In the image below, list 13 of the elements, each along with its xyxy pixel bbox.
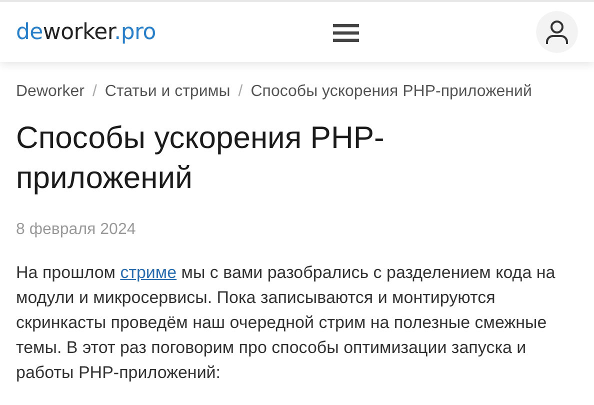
article-title: Способы ускорения PHP-приложений (16, 119, 386, 197)
breadcrumb-current: Способы ускорения PHP-приложений (250, 82, 532, 102)
breadcrumb-separator: / (238, 82, 243, 102)
site-logo[interactable]: deworker.pro (16, 16, 156, 48)
breadcrumb-separator: / (92, 82, 97, 102)
breadcrumb-link[interactable]: Deworker (16, 80, 84, 104)
intro-paragraph: На прошлом стриме мы с вами разобрались с разделением кода на модули и микросервисы. Пока записываются и монтируются скринкасты проведём наш очередной стрим на полезные смежные темы. В этот раз поговорим про способы оптимизации запуска и работы PHP-приложений: (16, 262, 556, 384)
breadcrumb-link[interactable]: Статьи и стримы (104, 80, 230, 104)
user-button[interactable] (536, 11, 578, 53)
article-date: 8 февраля 2024 (16, 220, 137, 240)
user-icon (544, 19, 570, 45)
stream-link[interactable]: стриме (120, 263, 177, 282)
menu-button[interactable] (332, 21, 360, 43)
